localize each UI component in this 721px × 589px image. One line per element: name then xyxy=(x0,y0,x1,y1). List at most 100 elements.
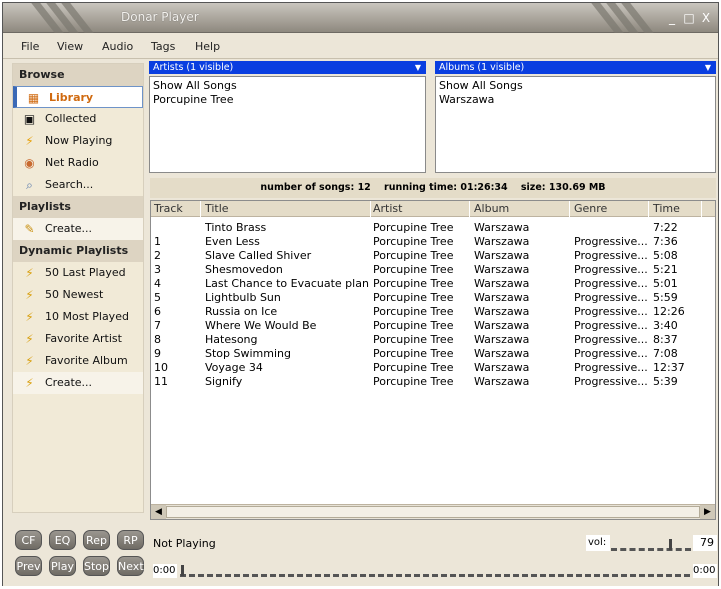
next-button[interactable]: Next xyxy=(117,556,144,576)
artists-dropdown[interactable]: Artists (1 visible) ▼ xyxy=(149,61,426,74)
sidebar-item-create-playlist[interactable]: ✎ Create... xyxy=(13,218,143,240)
horizontal-scrollbar[interactable]: ◀ ▶ xyxy=(151,504,715,519)
table-row[interactable]: 11 Signify Porcupine Tree Warszawa Progressi… xyxy=(151,375,715,389)
prev-button[interactable]: Prev xyxy=(15,556,42,576)
sidebar-item-10-most-played[interactable]: ⚡ 10 Most Played xyxy=(13,306,143,328)
equalizer-button[interactable]: EQ xyxy=(49,530,76,550)
column-header-title[interactable]: Title xyxy=(202,201,371,217)
chevron-down-icon[interactable]: ▼ xyxy=(705,61,711,74)
menu-audio[interactable]: Audio xyxy=(102,40,133,53)
stop-button[interactable]: Stop xyxy=(83,556,110,576)
col-title: Last Chance to Evacuate plan... xyxy=(205,277,370,290)
minimize-button[interactable]: _ xyxy=(665,11,679,25)
artists-list[interactable]: Show All Songs Porcupine Tree xyxy=(149,76,426,173)
col-album: Warszawa xyxy=(474,291,530,304)
table-row[interactable]: 10 Voyage 34 Porcupine Tree Warszawa Progres… xyxy=(151,361,715,375)
col-track: 5 xyxy=(154,291,161,304)
play-button[interactable]: Play xyxy=(49,556,76,576)
sidebar-item-label: Now Playing xyxy=(45,134,113,147)
sidebar-item-50-last-played[interactable]: ⚡ 50 Last Played xyxy=(13,262,143,284)
sidebar-item-label: 10 Most Played xyxy=(45,310,129,323)
list-item[interactable]: Warszawa xyxy=(439,93,712,107)
col-time: 12:37 xyxy=(653,361,685,374)
sidebar-item-label: 50 Last Played xyxy=(45,266,126,279)
col-title: Voyage 34 xyxy=(205,361,263,374)
sidebar-item-favorite-artist[interactable]: ⚡ Favorite Artist xyxy=(13,328,143,350)
seek-slider[interactable] xyxy=(180,574,690,577)
table-row[interactable]: 2 Slave Called Shiver Porcupine Tree Warsza… xyxy=(151,249,715,263)
maximize-button[interactable]: □ xyxy=(682,11,696,25)
col-time: 5:01 xyxy=(653,277,678,290)
table-row[interactable]: 6 Russia on Ice Porcupine Tree Warszawa Prog… xyxy=(151,305,715,319)
col-artist: Porcupine Tree xyxy=(373,361,454,374)
player-controls: CF EQ Rep RP Prev Play Stop Next Not Pla… xyxy=(3,525,718,586)
albums-list[interactable]: Show All Songs Warszawa xyxy=(435,76,716,173)
chevron-down-icon[interactable]: ▼ xyxy=(415,61,421,74)
sidebar-item-favorite-album[interactable]: ⚡ Favorite Album xyxy=(13,350,143,372)
scroll-left-icon[interactable]: ◀ xyxy=(151,505,166,519)
table-row[interactable]: 8 Hatesong Porcupine Tree Warszawa Progressi… xyxy=(151,333,715,347)
col-artist: Porcupine Tree xyxy=(373,333,454,346)
albums-dropdown[interactable]: Albums (1 visible) ▼ xyxy=(435,61,716,74)
col-title: Where We Would Be xyxy=(205,319,317,332)
sidebar-item-now-playing[interactable]: ⚡ Now Playing xyxy=(13,130,143,152)
table-row[interactable]: 7 Where We Would Be Porcupine Tree Warszawa… xyxy=(151,319,715,333)
table-row[interactable]: 4 Last Chance to Evacuate plan... Porcupin… xyxy=(151,277,715,291)
menu-tags[interactable]: Tags xyxy=(151,40,175,53)
col-artist: Porcupine Tree xyxy=(373,375,454,388)
library-stats: number of songs: 12 running time: 01:26:… xyxy=(150,178,716,198)
seek-slider-handle[interactable] xyxy=(181,565,184,576)
col-album: Warszawa xyxy=(474,375,530,388)
playlists-section-title: Playlists xyxy=(13,196,143,218)
position-end-time: 0:00 xyxy=(693,564,717,578)
col-time: 7:08 xyxy=(653,347,678,360)
close-button[interactable]: X xyxy=(699,11,713,25)
menu-view[interactable]: View xyxy=(57,40,83,53)
repeat-button[interactable]: Rep xyxy=(83,530,110,550)
pencil-icon: ✎ xyxy=(24,222,35,236)
menu-help[interactable]: Help xyxy=(195,40,220,53)
sidebar-item-library[interactable]: ▦ Library xyxy=(13,86,143,108)
col-artist: Porcupine Tree xyxy=(373,263,454,276)
sidebar-item-create-dynamic[interactable]: ⚡ Create... xyxy=(13,372,143,394)
title-bar[interactable]: Donar Player _ □ X xyxy=(3,3,718,33)
sidebar-item-net-radio[interactable]: ◉ Net Radio xyxy=(13,152,143,174)
list-item[interactable]: Porcupine Tree xyxy=(153,93,422,107)
col-artist: Porcupine Tree xyxy=(373,319,454,332)
random-play-button[interactable]: RP xyxy=(117,530,144,550)
volume-slider-handle[interactable] xyxy=(669,539,672,550)
sidebar-item-search[interactable]: ⌕ Search... xyxy=(13,174,143,196)
col-artist: Porcupine Tree xyxy=(373,277,454,290)
scrollbar-thumb[interactable] xyxy=(166,506,700,518)
col-time: 12:26 xyxy=(653,305,685,318)
list-item[interactable]: Show All Songs xyxy=(153,79,422,93)
volume-value: 79 xyxy=(693,535,717,551)
sidebar-item-collected[interactable]: ▣ Collected xyxy=(13,108,143,130)
table-row[interactable]: 3 Shesmovedon Porcupine Tree Warszawa Progre… xyxy=(151,263,715,277)
col-genre: Progressive... xyxy=(574,305,648,318)
sidebar-item-label: Collected xyxy=(45,112,97,125)
column-header-album[interactable]: Album xyxy=(471,201,570,217)
table-row[interactable]: Tinto Brass Porcupine Tree Warszawa 7:22 xyxy=(151,221,715,235)
volume-slider[interactable] xyxy=(611,548,691,551)
column-header-genre[interactable]: Genre xyxy=(571,201,649,217)
menu-file[interactable]: File xyxy=(21,40,39,53)
col-time: 7:22 xyxy=(653,221,678,234)
scroll-right-icon[interactable]: ▶ xyxy=(700,505,715,519)
col-album: Warszawa xyxy=(474,249,530,262)
column-header-track[interactable]: Track xyxy=(151,201,201,217)
col-genre: Progressive... xyxy=(574,319,648,332)
table-row[interactable]: 9 Stop Swimming Porcupine Tree Warszawa Prog… xyxy=(151,347,715,361)
volume-label: vol: xyxy=(586,535,610,551)
sidebar-item-50-newest[interactable]: ⚡ 50 Newest xyxy=(13,284,143,306)
col-genre: Progressive... xyxy=(574,347,648,360)
songs-count: 12 xyxy=(357,182,371,193)
table-row[interactable]: 1 Even Less Porcupine Tree Warszawa Progress… xyxy=(151,235,715,249)
playback-status: Not Playing xyxy=(153,537,216,550)
list-item[interactable]: Show All Songs xyxy=(439,79,712,93)
column-header-time[interactable]: Time xyxy=(650,201,702,217)
col-track: 3 xyxy=(154,263,161,276)
column-header-artist[interactable]: Artist xyxy=(370,201,470,217)
table-row[interactable]: 5 Lightbulb Sun Porcupine Tree Warszawa Prog… xyxy=(151,291,715,305)
crossfade-button[interactable]: CF xyxy=(15,530,42,550)
